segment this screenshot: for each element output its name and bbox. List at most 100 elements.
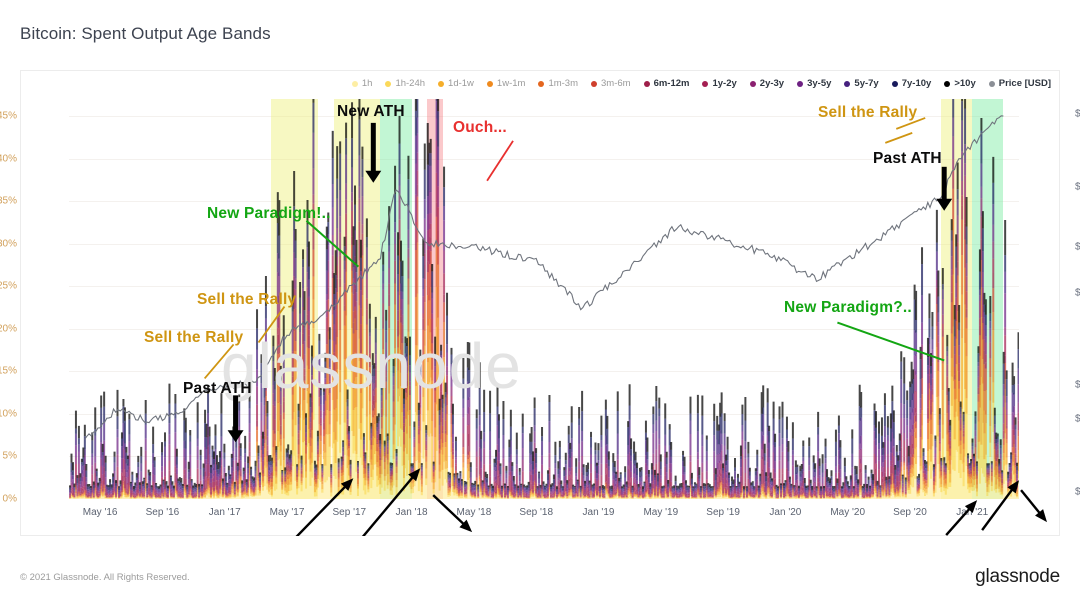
annotation-past-ath-left: Past ATH bbox=[183, 380, 252, 397]
legend-item-1d-1w[interactable]: 1d-1w bbox=[438, 78, 474, 89]
x-tick: Sep '17 bbox=[332, 507, 367, 518]
y-tick-left: 10% bbox=[0, 408, 17, 420]
legend-item-1h-24h[interactable]: 1h-24h bbox=[385, 78, 425, 89]
y-tick-left: 35% bbox=[0, 195, 17, 207]
legend-item-price-usd-[interactable]: Price [USD] bbox=[988, 78, 1051, 89]
y-tick-left: 25% bbox=[0, 280, 17, 292]
chart-legend: 1h 1h-24h 1d-1w 1w-1m 1m-3m 3m-6m 6m-12m 1y-2y 2… bbox=[21, 78, 1061, 89]
y-tick-right: $200 bbox=[1075, 486, 1080, 498]
age-band-series-1h bbox=[69, 419, 1019, 499]
legend-item-1m-3m[interactable]: 1m-3m bbox=[538, 78, 578, 89]
annotation-ouch: Ouch... bbox=[453, 119, 507, 136]
annotation-sell-the-rally-3: Sell the Rally bbox=[818, 104, 918, 121]
legend-color-dot bbox=[944, 80, 951, 87]
x-tick: Jan '18 bbox=[395, 507, 428, 518]
gridline bbox=[69, 243, 1019, 245]
x-tick: Sep '18 bbox=[519, 507, 554, 518]
x-tick: Jan '17 bbox=[208, 507, 241, 518]
y-tick-right: $60k bbox=[1075, 108, 1080, 120]
y-tick-left: 40% bbox=[0, 153, 17, 165]
legend-color-dot bbox=[486, 80, 493, 87]
trend-arrow-down-2 bbox=[1020, 489, 1047, 523]
legend-item-5y-7y[interactable]: 5y-7y bbox=[844, 78, 879, 89]
annotation-new-paradigm-excl: New Paradigm!.. bbox=[207, 205, 331, 222]
y-tick-left: 15% bbox=[0, 365, 17, 377]
legend-item-1h[interactable]: 1h bbox=[351, 78, 373, 89]
legend-label: 3m-6m bbox=[601, 78, 631, 89]
highlight-band-green bbox=[972, 99, 1004, 499]
y-tick-left: 45% bbox=[0, 110, 17, 122]
annotation-past-ath-right: Past ATH bbox=[873, 150, 942, 167]
x-tick: Sep '20 bbox=[893, 507, 927, 518]
highlight-band-green bbox=[380, 99, 412, 499]
legend-color-dot bbox=[891, 80, 898, 87]
legend-label: 5y-7y bbox=[854, 78, 879, 89]
legend-color-dot bbox=[385, 80, 392, 87]
legend-item-7y-10y[interactable]: 7y-10y bbox=[891, 78, 932, 89]
legend-color-dot bbox=[988, 80, 995, 87]
legend-color-dot bbox=[702, 80, 709, 87]
annotation-sell-the-rally-2: Sell the Rally bbox=[144, 329, 244, 346]
footer-logo: glassnode bbox=[975, 566, 1060, 587]
x-tick: Sep '19 bbox=[706, 507, 740, 518]
x-tick: May '20 bbox=[830, 507, 866, 518]
highlight-band-yellow bbox=[941, 99, 957, 499]
gridline bbox=[69, 286, 1019, 288]
legend-label: 3y-5y bbox=[807, 78, 832, 89]
x-tick: May '17 bbox=[269, 507, 305, 518]
y-tick-right: $4k bbox=[1075, 287, 1080, 299]
highlight-band-red bbox=[427, 99, 443, 499]
legend-item-3y-5y[interactable]: 3y-5y bbox=[797, 78, 831, 89]
page-title: Bitcoin: Spent Output Age Bands bbox=[20, 24, 271, 43]
annotation-new-ath: New ATH bbox=[337, 103, 405, 120]
legend-color-dot bbox=[591, 80, 597, 87]
legend-color-dot bbox=[749, 80, 756, 87]
legend-color-dot bbox=[797, 80, 804, 87]
legend-label: 1y-2y bbox=[712, 78, 737, 89]
gridline bbox=[69, 201, 1019, 203]
y-tick-right: $20k bbox=[1075, 181, 1080, 193]
highlight-band-yellow bbox=[333, 99, 381, 499]
x-tick: Jan '21 bbox=[956, 507, 989, 518]
legend-item-2y-3y[interactable]: 2y-3y bbox=[749, 78, 785, 89]
legend-color-dot bbox=[538, 80, 545, 87]
legend-label: 2y-3y bbox=[759, 78, 785, 89]
legend-label: 1h-24h bbox=[395, 78, 426, 89]
chart-card: 1h 1h-24h 1d-1w 1w-1m 1m-3m 3m-6m 6m-12m 1y-2y 2… bbox=[0, 70, 1080, 537]
legend-label: 1d-1w bbox=[448, 78, 474, 89]
legend-label: 1m-3m bbox=[548, 78, 578, 89]
y-tick-left: 30% bbox=[0, 238, 17, 250]
annotation-sell-the-rally-1: Sell the Rally bbox=[197, 291, 297, 308]
y-tick-right: $8k bbox=[1075, 241, 1080, 253]
x-tick: May '19 bbox=[643, 507, 679, 518]
y-tick-left: 20% bbox=[0, 323, 17, 335]
age-band-series-2y-3y bbox=[69, 140, 1019, 497]
annotation-new-paradigm-q: New Paradigm?.. bbox=[784, 299, 912, 316]
y-tick-right: $600 bbox=[1075, 413, 1080, 425]
legend-item-3m-6m[interactable]: 3m-6m bbox=[591, 78, 631, 89]
legend-item-1y-2y[interactable]: 1y-2y bbox=[702, 78, 737, 89]
y-tick-left: 0% bbox=[2, 493, 17, 505]
legend-color-dot bbox=[844, 80, 851, 87]
gridline bbox=[69, 456, 1019, 458]
x-tick: May '16 bbox=[82, 507, 118, 518]
legend-item-1w-1m[interactable]: 1w-1m bbox=[486, 78, 526, 89]
gridline bbox=[69, 371, 1019, 373]
legend-color-dot bbox=[438, 80, 445, 87]
legend-label: 1w-1m bbox=[496, 78, 526, 89]
legend-color-dot bbox=[643, 80, 650, 87]
chart-page: Bitcoin: Spent Output Age Bands 1h 1h-24h… bbox=[0, 0, 1080, 608]
legend-item--10y[interactable]: >10y bbox=[944, 78, 976, 89]
y-tick-left: 5% bbox=[2, 450, 17, 462]
x-tick: May '18 bbox=[456, 507, 492, 518]
age-band-series-1d-1w bbox=[69, 326, 1019, 499]
legend-label: >10y bbox=[954, 78, 976, 89]
legend-label: 1h bbox=[361, 78, 373, 89]
legend-item-6m-12m[interactable]: 6m-12m bbox=[643, 78, 690, 89]
footer-copyright: © 2021 Glassnode. All Rights Reserved. bbox=[20, 572, 190, 583]
gridline bbox=[69, 413, 1019, 415]
y-tick-right: $1k bbox=[1075, 379, 1080, 391]
legend-label: 7y-10y bbox=[901, 78, 932, 89]
legend-label: Price [USD] bbox=[998, 78, 1051, 89]
legend-label: 6m-12m bbox=[653, 78, 690, 89]
